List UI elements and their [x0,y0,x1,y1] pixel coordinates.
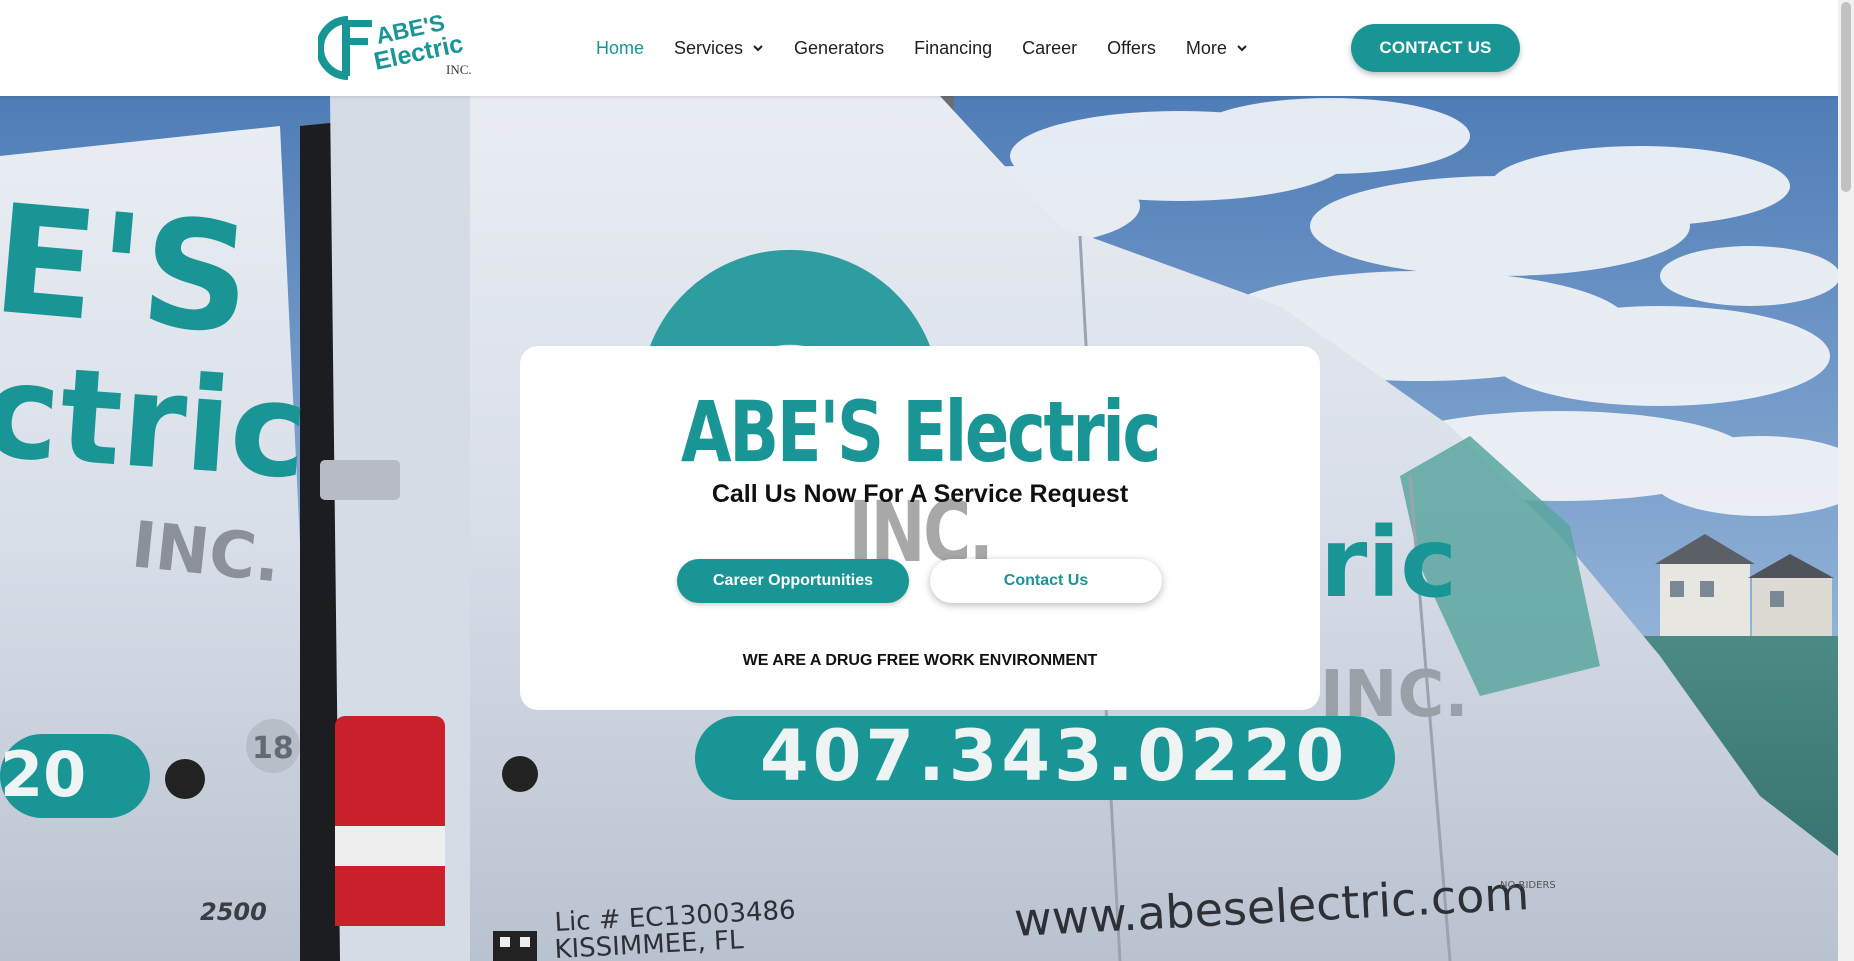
nav-label: More [1185,37,1227,58]
qr-code-icon [493,931,537,961]
van-main-brand: ric [1320,507,1457,619]
van-no-riders: NO RIDERS [1500,880,1556,891]
nav-career[interactable]: Career [1022,38,1077,59]
nav-label: Generators [794,37,885,58]
van-unit-number: 18 [252,731,294,766]
nav-label: Services [674,37,744,58]
van-model: 2500 [200,898,267,926]
van-phone: 407.343.0220 [760,715,1348,797]
van-side-inc: INC. [128,508,284,597]
nav-label: Home [596,37,645,58]
nav-home[interactable]: Home [596,38,644,59]
nav-label: Career [1022,37,1078,58]
main-nav: Home Services Generators Financing Caree… [596,0,1248,96]
abes-logo-icon: ABE'S Electric INC. [316,9,472,80]
hero-card: ABE'S Electric INC. Call Us Now For A Se… [520,346,1320,710]
chevron-down-icon [753,45,763,52]
nav-offers[interactable]: Offers [1107,38,1156,59]
contact-us-button[interactable]: CONTACT US [1351,24,1520,72]
hero-subtitle: Call Us Now For A Service Request [711,480,1129,508]
scrollbar-thumb[interactable] [1841,2,1851,192]
nav-financing[interactable]: Financing [914,38,992,59]
van-side-brand-2: ctric [0,334,313,508]
site-header: ABE'S Electric INC. Home Services Genera… [0,0,1838,96]
contact-us-secondary-button[interactable]: Contact Us [930,559,1162,603]
drug-free-note: WE ARE A DRUG FREE WORK ENVIRONMENT [742,652,1098,669]
logo-line3: INC. [446,62,472,77]
nav-more[interactable]: More [1186,38,1248,59]
chevron-down-icon [1237,45,1247,52]
site-logo[interactable]: ABE'S Electric INC. [316,9,484,82]
van-side-phone: 20 [0,738,86,811]
career-opportunities-button[interactable]: Career Opportunities [677,559,909,603]
nav-services[interactable]: Services [674,38,764,59]
page-scrollbar[interactable] [1838,0,1854,961]
nav-label: Offers [1107,37,1156,58]
nav-generators[interactable]: Generators [794,38,884,59]
hero-title-brand: ABE'S Electric [680,383,1161,481]
nav-label: Financing [914,37,993,58]
